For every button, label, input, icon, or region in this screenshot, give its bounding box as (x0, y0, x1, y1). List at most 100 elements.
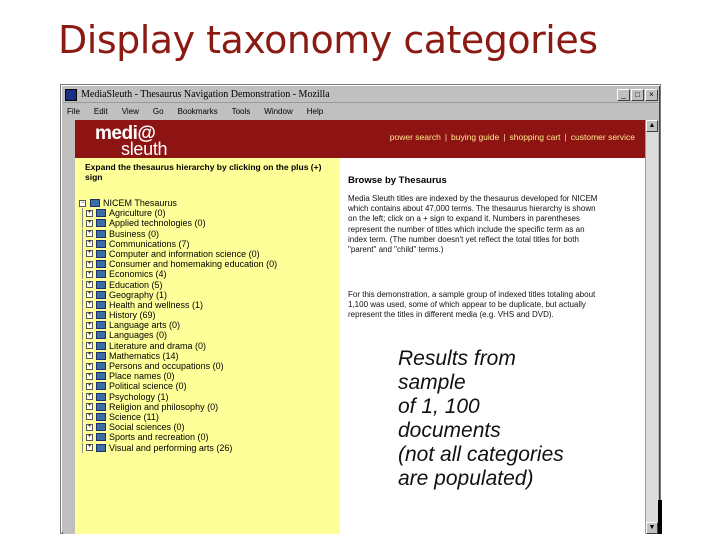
expand-icon[interactable]: + (86, 382, 93, 390)
expand-icon[interactable]: + (86, 352, 93, 360)
tree-item[interactable]: + Psychology (1) (79, 391, 339, 402)
expand-icon[interactable]: + (86, 311, 93, 319)
tree-item-label[interactable]: Health and wellness (1) (109, 300, 203, 310)
tree-item[interactable]: + Communications (7) (79, 238, 339, 249)
expand-icon[interactable]: + (86, 413, 93, 421)
tree-item[interactable]: + Persons and occupations (0) (79, 361, 339, 371)
tree-item-label[interactable]: Languages (0) (109, 330, 167, 340)
expand-icon[interactable]: + (86, 281, 93, 288)
expand-icon[interactable]: + (86, 240, 93, 248)
expand-icon[interactable]: + (86, 433, 93, 441)
tree-item-label[interactable]: Social sciences (0) (109, 422, 185, 432)
tree-item-label[interactable]: Visual and performing arts (26) (109, 443, 232, 453)
tree-item[interactable]: + Religion and philosophy (0) (79, 401, 339, 412)
expand-icon[interactable]: + (86, 423, 93, 431)
nav-separator: | (503, 132, 506, 142)
tree-item-label[interactable]: Computer and information science (0) (109, 249, 260, 259)
tree-item[interactable]: + History (69) (79, 310, 339, 321)
expand-icon[interactable]: + (86, 342, 93, 350)
tree-item[interactable]: + Agriculture (0) (79, 208, 339, 219)
tree-item[interactable]: + Health and wellness (1) (79, 299, 339, 310)
expand-icon[interactable]: + (86, 250, 93, 258)
expand-icon[interactable]: + (86, 372, 93, 380)
tree-item[interactable]: + Science (11) (79, 411, 339, 422)
tree-item[interactable]: + Language arts (0) (79, 320, 339, 331)
window-titlebar[interactable]: MediaSleuth - Thesaurus Navigation Demon… (63, 87, 658, 103)
book-icon (96, 229, 106, 238)
vertical-scrollbar[interactable]: ▲ ▼ (645, 120, 658, 534)
menu-tools[interactable]: Tools (232, 107, 251, 116)
tree-item[interactable]: + Geography (1) (79, 289, 339, 300)
tree-item-label[interactable]: Sports and recreation (0) (109, 432, 209, 442)
expand-icon[interactable]: + (86, 230, 93, 238)
nav-customer-service[interactable]: customer service (571, 132, 635, 142)
tree-item-label[interactable]: Mathematics (14) (109, 351, 179, 361)
tree-item-label[interactable]: Science (11) (109, 412, 159, 422)
expand-icon[interactable]: + (86, 270, 93, 278)
expand-icon[interactable]: + (86, 393, 93, 401)
menu-edit[interactable]: Edit (94, 107, 108, 116)
tree-item-label[interactable]: Psychology (1) (109, 392, 169, 402)
expand-icon[interactable]: + (86, 331, 93, 339)
expand-icon[interactable]: + (86, 260, 93, 268)
menu-help[interactable]: Help (307, 107, 323, 116)
tree-item[interactable]: + Consumer and homemaking education (0) (79, 259, 339, 270)
tree-item-label[interactable]: Applied technologies (0) (109, 218, 206, 228)
tree-item-label[interactable]: Education (5) (109, 280, 163, 290)
menu-window[interactable]: Window (264, 107, 292, 116)
tree-item[interactable]: + Social sciences (0) (79, 422, 339, 433)
tree-item[interactable]: + Languages (0) (79, 330, 339, 341)
mozilla-app-icon (65, 88, 77, 101)
menu-view[interactable]: View (122, 107, 139, 116)
collapse-icon[interactable]: − (79, 199, 86, 207)
tree-item-label[interactable]: Place names (0) (109, 371, 175, 381)
expand-icon[interactable]: + (86, 444, 93, 451)
scroll-up-icon[interactable]: ▲ (646, 120, 658, 132)
tree-item-label[interactable]: Consumer and homemaking education (0) (109, 259, 277, 269)
expand-icon[interactable]: + (86, 321, 93, 329)
tree-item[interactable]: + Economics (4) (79, 269, 339, 280)
tree-item-label[interactable]: Economics (4) (109, 269, 167, 279)
tree-item-label[interactable]: Religion and philosophy (0) (109, 402, 218, 412)
expand-icon[interactable]: + (86, 362, 93, 370)
nav-buying-guide[interactable]: buying guide (451, 132, 499, 142)
nav-shopping-cart[interactable]: shopping cart (509, 132, 560, 142)
tree-item-label[interactable]: Communications (7) (109, 239, 190, 249)
tree-item[interactable]: + Literature and drama (0) (79, 340, 339, 351)
tree-item[interactable]: + Sports and recreation (0) (79, 432, 339, 443)
minimize-button[interactable]: _ (617, 88, 630, 101)
tree-item-label[interactable]: Literature and drama (0) (109, 341, 206, 351)
tree-item-label[interactable]: Geography (1) (109, 290, 167, 300)
tree-item[interactable]: + Business (0) (79, 228, 339, 239)
nav-power-search[interactable]: power search (390, 132, 441, 142)
tree-item[interactable]: + Political science (0) (79, 381, 339, 392)
tree-item[interactable]: + Place names (0) (79, 371, 339, 382)
expand-icon[interactable]: + (86, 209, 93, 217)
expand-icon[interactable]: + (86, 219, 93, 227)
menu-bookmarks[interactable]: Bookmarks (178, 107, 218, 116)
tree-item[interactable]: + Education (5) (79, 279, 339, 290)
site-nav: power search | buying guide | shopping c… (390, 132, 635, 142)
tree-root-label[interactable]: NICEM Thesaurus (103, 198, 177, 208)
tree-item-label[interactable]: Political science (0) (109, 381, 187, 391)
scroll-down-icon[interactable]: ▼ (646, 522, 658, 534)
site-logo-bottom[interactable]: sleuth (121, 139, 168, 160)
tree-item-label[interactable]: Agriculture (0) (109, 208, 166, 218)
tree-item[interactable]: + Computer and information science (0) (79, 248, 339, 259)
expand-icon[interactable]: + (86, 291, 93, 299)
tree-root[interactable]: − NICEM Thesaurus (79, 198, 339, 208)
menu-file[interactable]: File (67, 107, 80, 116)
tree-item[interactable]: + Visual and performing arts (26) (79, 442, 339, 453)
tree-guide-line (82, 350, 83, 361)
tree-item-label[interactable]: Language arts (0) (109, 320, 180, 330)
menu-go[interactable]: Go (153, 107, 164, 116)
tree-item[interactable]: + Mathematics (14) (79, 350, 339, 361)
close-button[interactable]: × (645, 88, 658, 101)
tree-item-label[interactable]: Business (0) (109, 229, 159, 239)
tree-item-label[interactable]: History (69) (109, 310, 156, 320)
expand-icon[interactable]: + (86, 301, 93, 309)
tree-item-label[interactable]: Persons and occupations (0) (109, 361, 224, 371)
maximize-button[interactable]: □ (631, 88, 644, 101)
tree-item[interactable]: + Applied technologies (0) (79, 218, 339, 229)
expand-icon[interactable]: + (86, 403, 93, 411)
